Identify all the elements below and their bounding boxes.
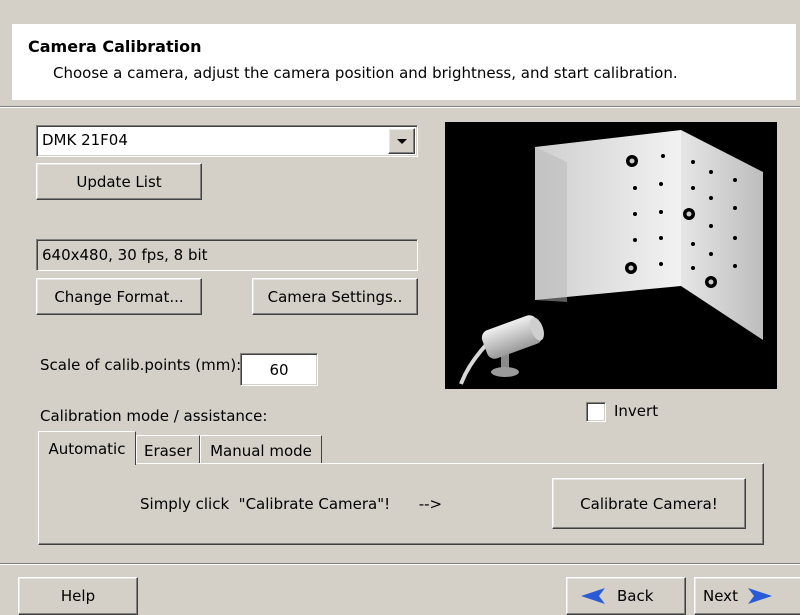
camera-dropdown-button[interactable] bbox=[388, 128, 415, 154]
back-label: Back bbox=[617, 587, 654, 605]
tab-automatic[interactable]: Automatic bbox=[38, 431, 136, 465]
help-label: Help bbox=[60, 587, 96, 605]
next-label: Next bbox=[703, 587, 738, 605]
arrow-right-icon bbox=[747, 588, 772, 604]
camera-preview bbox=[445, 122, 777, 389]
header-divider bbox=[0, 106, 800, 108]
footer-divider bbox=[0, 563, 800, 565]
arrow-left-icon bbox=[581, 588, 605, 604]
calibration-target-image bbox=[459, 130, 763, 385]
scale-label: Scale of calib.points (mm): bbox=[40, 356, 242, 374]
scale-value: 60 bbox=[269, 361, 289, 379]
change-format-label: Change Format... bbox=[54, 287, 184, 306]
page-subtitle: Choose a camera, adjust the camera posit… bbox=[53, 64, 678, 82]
tab-manual-mode-label: Manual mode bbox=[210, 441, 312, 460]
page-title: Camera Calibration bbox=[28, 37, 202, 56]
calibrate-camera-label: Calibrate Camera! bbox=[580, 494, 718, 513]
calibrate-camera-button[interactable]: Calibrate Camera! bbox=[552, 478, 746, 529]
update-list-button[interactable]: Update List bbox=[36, 163, 202, 200]
header-panel: Camera Calibration Choose a camera, adju… bbox=[12, 24, 796, 100]
scale-input[interactable]: 60 bbox=[240, 353, 318, 386]
camera-settings-button[interactable]: Camera Settings.. bbox=[252, 278, 418, 315]
help-button[interactable]: Help bbox=[18, 577, 138, 615]
camera-select[interactable]: DMK 21F04 bbox=[36, 125, 418, 157]
next-button[interactable]: Next bbox=[694, 577, 800, 615]
calibration-mode-label: Calibration mode / assistance: bbox=[40, 407, 268, 425]
camera-settings-label: Camera Settings.. bbox=[267, 287, 403, 306]
tab-manual-mode[interactable]: Manual mode bbox=[200, 435, 322, 465]
format-value: 640x480, 30 fps, 8 bit bbox=[42, 246, 208, 264]
invert-label: Invert bbox=[614, 402, 659, 420]
calibration-instruction: Simply click "Calibrate Camera"! --> bbox=[140, 495, 443, 513]
change-format-button[interactable]: Change Format... bbox=[36, 278, 202, 315]
invert-checkbox[interactable] bbox=[586, 402, 606, 422]
back-button[interactable]: Back bbox=[566, 577, 686, 615]
camera-select-value: DMK 21F04 bbox=[42, 131, 128, 149]
wizard-header: Camera Calibration Choose a camera, adju… bbox=[0, 0, 800, 108]
tab-eraser-label: Eraser bbox=[143, 441, 193, 460]
format-display: 640x480, 30 fps, 8 bit bbox=[36, 239, 418, 271]
tab-eraser[interactable]: Eraser bbox=[136, 435, 200, 465]
chevron-down-icon bbox=[396, 138, 407, 144]
update-list-label: Update List bbox=[76, 172, 162, 191]
tab-automatic-label: Automatic bbox=[48, 439, 126, 458]
